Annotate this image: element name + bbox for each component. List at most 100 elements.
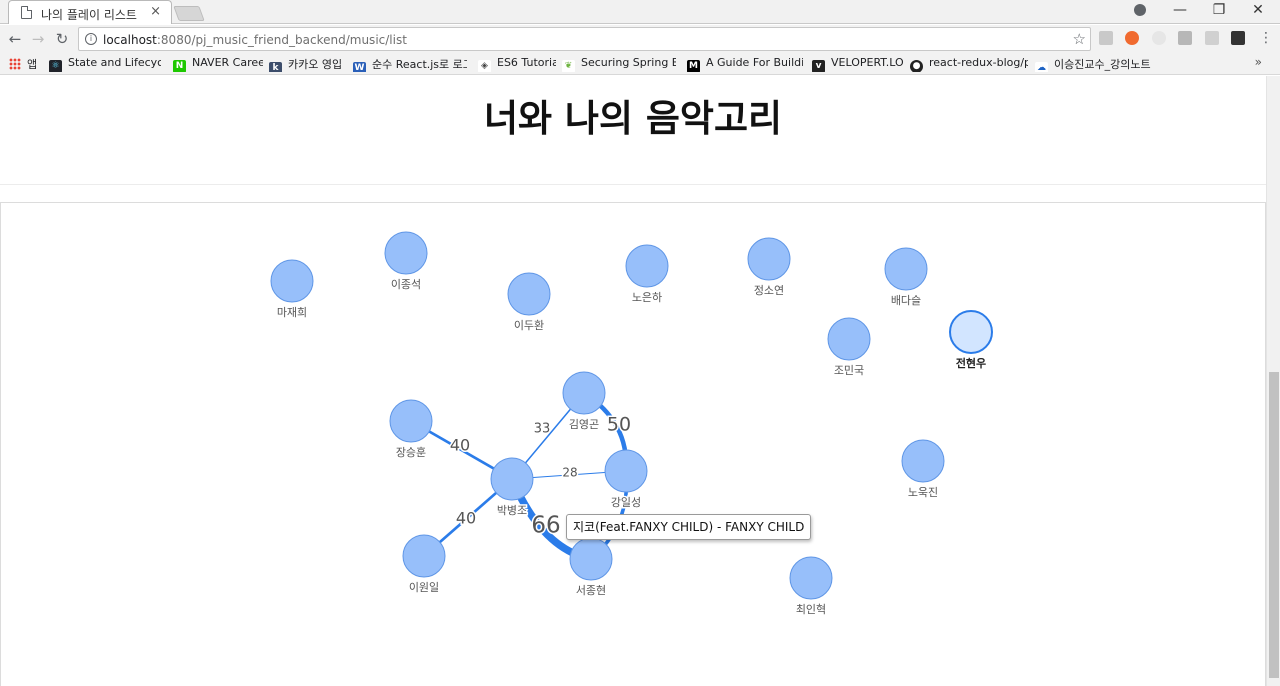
node-circle[interactable] [562, 371, 606, 415]
minimize-button[interactable]: — [1160, 2, 1200, 18]
bookmark-item[interactable]: N NAVER Career [173, 56, 263, 72]
node-circle[interactable] [827, 317, 871, 361]
node-circle[interactable] [569, 537, 613, 581]
github-icon: ● [910, 60, 923, 72]
reload-icon[interactable]: ↻ [52, 30, 72, 48]
new-tab-button[interactable] [173, 6, 205, 21]
node-jungsoyeon[interactable]: 정소연 [747, 237, 791, 299]
tab-close-icon[interactable]: × [150, 4, 161, 19]
pdf-extension-icon[interactable] [1099, 31, 1113, 45]
node-circle[interactable] [402, 534, 446, 578]
node-label: 박병조 [497, 504, 527, 517]
close-window-button[interactable]: ✕ [1238, 2, 1278, 18]
bookmark-item[interactable]: W 순수 React.js로 로그 [353, 56, 467, 72]
bookmark-item[interactable]: vVELOPERT.LOG [812, 56, 904, 72]
edge-label: 66 [531, 513, 560, 539]
music-network-graph[interactable]: 40 33 28 50 40 66 마재희 이종석이두환 노은하 정소연배다슬조민국 전현우김영곤… [0, 76, 1266, 686]
node-circle[interactable] [384, 231, 428, 275]
node-label: 노욱진 [908, 486, 938, 499]
restore-button[interactable]: ❐ [1199, 2, 1239, 18]
react-icon: ⚛ [49, 60, 62, 72]
node-circle[interactable] [270, 259, 314, 303]
onedrive-icon: ☁ [1035, 62, 1048, 72]
node-nowookjin[interactable]: 노욱진 [901, 439, 945, 501]
node-label: 이종석 [391, 278, 421, 291]
node-majaehee[interactable]: 마재희 [270, 259, 314, 321]
address-bar[interactable]: i localhost:8080/pj_music_friend_backend… [78, 27, 1091, 51]
bookmark-item[interactable]: ❦Securing Spring Boo [562, 56, 676, 72]
velopert-icon: v [812, 60, 825, 72]
w-icon: W [353, 62, 366, 72]
node-circle[interactable] [901, 439, 945, 483]
bookmark-item[interactable]: MA Guide For Building [687, 56, 803, 72]
node-circle[interactable] [625, 244, 669, 288]
node-leejungseok[interactable]: 이종석 [384, 231, 428, 293]
scrollbar-thumb[interactable] [1269, 372, 1279, 678]
node-label: 조민국 [834, 364, 864, 377]
node-baedaseul[interactable]: 배다슬 [884, 247, 928, 309]
node-label: 김영곤 [569, 418, 599, 431]
apps-grid-icon [9, 58, 21, 70]
node-circle[interactable] [389, 399, 433, 443]
bookmark-star-icon[interactable]: ☆ [1073, 30, 1086, 48]
node-leewonil[interactable]: 이원일 [402, 534, 446, 596]
bookmark-item[interactable]: ☁ 이승진교수_강의노트 [1035, 56, 1160, 72]
page-scrollbar[interactable] [1266, 76, 1280, 686]
nodes-layer: 마재희 이종석이두환 노은하 정소연배다슬조민국 전현우김영곤장승훈박병조 강일성 노욱진이… [270, 231, 993, 618]
node-circle[interactable] [507, 272, 551, 316]
node-parkbyungjo[interactable]: 박병조 [490, 457, 534, 519]
bookmark-item[interactable]: ◈ ES6 Tutorial [478, 56, 556, 72]
node-noeunha[interactable]: 노은하 [625, 244, 669, 306]
node-jominguk[interactable]: 조민국 [827, 317, 871, 379]
node-label: 최인혁 [796, 603, 826, 616]
bookmark-item[interactable]: ● react-redux-blog/pu [910, 56, 1028, 72]
browser-tab[interactable]: 나의 플레이 리스트 × [8, 0, 172, 24]
forward-arrow-icon[interactable]: → [28, 30, 48, 48]
profile-icon[interactable] [1134, 4, 1146, 16]
node-kimyounggon[interactable]: 김영곤 [562, 371, 606, 433]
node-jeonhyunwoo[interactable]: 전현우 [949, 310, 993, 372]
node-label: 이두환 [514, 319, 544, 332]
node-kangilsung[interactable]: 강일성 [604, 449, 648, 511]
node-label: 노은하 [632, 290, 662, 304]
url-text[interactable]: localhost:8080/pj_music_friend_backend/m… [103, 33, 407, 47]
bookmark-apps[interactable]: 앱 [9, 56, 43, 72]
edge-label: 40 [456, 509, 476, 528]
medium-icon: M [687, 60, 700, 72]
info-icon[interactable]: i [85, 33, 97, 45]
node-circle[interactable] [604, 449, 648, 493]
extension-icon[interactable] [1152, 31, 1166, 45]
node-circle[interactable] [884, 247, 928, 291]
node-label: 마재희 [277, 306, 307, 319]
extension-icon[interactable] [1231, 31, 1245, 45]
bookmark-item[interactable]: ⚛State and Lifecycle - [49, 56, 161, 72]
node-circle[interactable] [747, 237, 791, 281]
menu-dots-icon[interactable]: ⋮ [1256, 30, 1276, 46]
bookmarks-bar: 앱 ⚛State and Lifecycle - NNAVER Career k… [0, 53, 1280, 75]
node-label: 전현우 [956, 356, 986, 370]
node-leeduhwan[interactable]: 이두환 [507, 272, 551, 334]
diamond-icon: ◈ [478, 60, 491, 72]
node-label: 장승훈 [396, 446, 426, 459]
node-circle[interactable] [789, 556, 833, 600]
tab-strip: 나의 플레이 리스트 × — ❐ ✕ [0, 0, 1280, 24]
node-label: 배다슬 [891, 294, 921, 307]
node-circle[interactable] [949, 310, 993, 354]
extension-icon[interactable] [1125, 31, 1139, 45]
edge-label: 50 [607, 414, 631, 436]
page-icon [21, 6, 32, 19]
node-choiinhyuk[interactable]: 최인혁 [789, 556, 833, 618]
extension-icon[interactable] [1178, 31, 1192, 45]
extension-icon[interactable] [1205, 31, 1219, 45]
node-jangseunghoon[interactable]: 장승훈 [389, 399, 433, 461]
bookmark-item[interactable]: k 카카오 영입 [269, 56, 347, 72]
leaf-icon: ❦ [562, 60, 575, 72]
song-tooltip: 지코(Feat.FANXY CHILD) - FANXY CHILD [566, 514, 812, 540]
node-seojunghyun[interactable]: 서종현 [569, 537, 613, 599]
back-arrow-icon[interactable]: ← [5, 30, 25, 48]
node-label: 서종현 [576, 584, 606, 597]
edge-label: 28 [562, 466, 577, 480]
node-circle[interactable] [490, 457, 534, 501]
edge-label: 33 [534, 422, 551, 437]
bookmarks-overflow-icon[interactable]: » [1255, 55, 1262, 69]
